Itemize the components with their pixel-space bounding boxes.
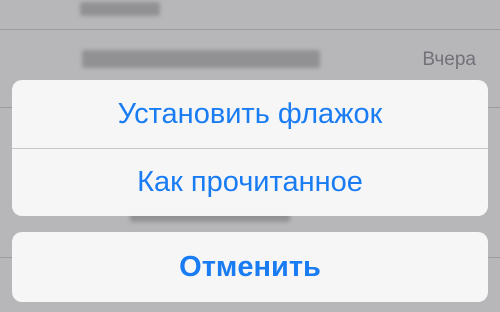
action-sheet-options: Установить флажок Как прочитанное [12, 80, 488, 216]
set-flag-button[interactable]: Установить флажок [12, 80, 488, 148]
action-sheet-cancel: Отменить [12, 232, 488, 302]
mark-as-read-button[interactable]: Как прочитанное [12, 148, 488, 216]
cancel-button[interactable]: Отменить [12, 232, 488, 302]
